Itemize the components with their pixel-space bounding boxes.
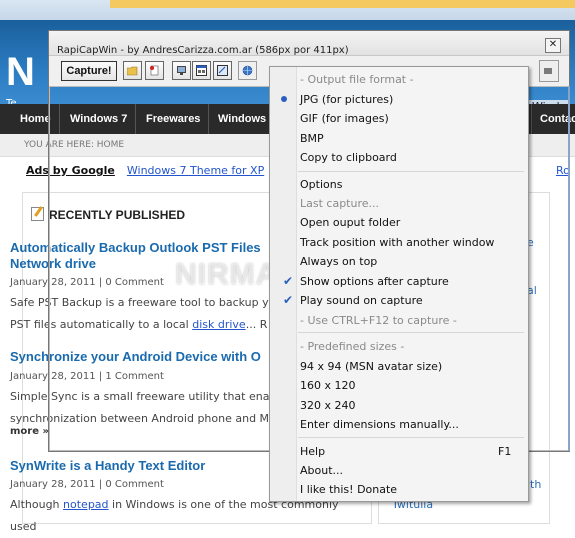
menu-item-show-options[interactable]: ✔ Show options after capture <box>270 272 528 291</box>
menu-item-label: GIF (for images) <box>300 112 389 125</box>
region-capture-button[interactable] <box>213 61 232 80</box>
menu-item-label: 160 x 120 <box>300 379 356 392</box>
new-capture-button[interactable] <box>145 61 164 80</box>
yellow-banner <box>110 0 575 8</box>
toolbar-scroll-button[interactable] <box>539 60 559 82</box>
menu-separator <box>298 437 524 438</box>
menu-item-label: Help <box>300 445 326 458</box>
sidebar-link-3[interactable]: ith <box>527 478 541 491</box>
capture-button[interactable]: Capture! <box>61 61 117 81</box>
shortcut-label: F1 <box>498 445 512 458</box>
menu-header-output-format: - Output file format - <box>270 70 528 89</box>
options-menu: - Output file format - JPG (for pictures… <box>269 66 529 502</box>
menu-item-last-capture: Last capture... <box>270 194 528 213</box>
menu-item-label: Show options after capture <box>300 275 449 288</box>
menu-item-open-output-folder[interactable]: Open ouput folder <box>270 213 528 232</box>
window-title: RapiCapWin - by AndresCarizza.com.ar (58… <box>57 45 349 56</box>
window-icon <box>196 65 207 76</box>
document-star-icon <box>150 65 159 76</box>
menu-item-play-sound[interactable]: ✔ Play sound on capture <box>270 291 528 310</box>
close-button[interactable]: ✕ <box>545 38 561 53</box>
menu-item-donate[interactable]: I like this! Donate <box>270 480 528 499</box>
menu-item-label: JPG (for pictures) <box>300 93 394 106</box>
menu-item-label: Track position with another window <box>300 236 495 249</box>
menu-item-label: Open ouput folder <box>300 216 401 229</box>
menu-header-predefined-sizes: - Predefined sizes - <box>270 337 528 356</box>
notepad-link[interactable]: notepad <box>63 498 109 511</box>
menu-item-label: I like this! Donate <box>300 483 398 496</box>
menu-hint-shortcut: - Use CTRL+F12 to capture - <box>270 311 528 330</box>
menu-item-label: Last capture... <box>300 197 380 210</box>
checkmark-icon: ✔ <box>283 293 294 307</box>
radio-selected-icon <box>277 92 291 106</box>
menu-item-size-320[interactable]: 320 x 240 <box>270 396 528 415</box>
options-globe-icon <box>242 65 253 76</box>
options-menu-button[interactable] <box>238 61 257 80</box>
window-border <box>568 86 570 451</box>
menu-item-enter-dimensions[interactable]: Enter dimensions manually... <box>270 415 528 434</box>
menu-item-gif[interactable]: GIF (for images) <box>270 109 528 128</box>
menu-item-label: About... <box>300 464 344 477</box>
post-meta-3: January 28, 2011 | 0 Comment <box>10 479 164 490</box>
menu-item-track-position[interactable]: Track position with another window <box>270 233 528 252</box>
menu-item-about[interactable]: About... <box>270 461 528 480</box>
site-logo[interactable]: N <box>6 50 35 95</box>
menu-item-label: Options <box>300 178 343 191</box>
menu-item-help[interactable]: Help F1 <box>270 442 528 461</box>
window-titlebar[interactable]: RapiCapWin - by AndresCarizza.com.ar (58… <box>49 31 569 56</box>
menu-item-label: Always on top <box>300 255 378 268</box>
menu-item-label: 94 x 94 (MSN avatar size) <box>300 360 443 373</box>
monitor-button[interactable] <box>172 61 191 80</box>
menu-item-bmp[interactable]: BMP <box>270 129 528 148</box>
menu-item-always-on-top[interactable]: Always on top <box>270 252 528 271</box>
region-icon <box>217 65 228 76</box>
window-capture-button[interactable] <box>192 61 211 80</box>
menu-item-label: Copy to clipboard <box>300 151 397 164</box>
menu-separator <box>298 332 524 333</box>
menu-item-jpg[interactable]: JPG (for pictures) <box>270 90 528 109</box>
menu-item-label: - Output file format - <box>300 73 414 86</box>
desktop-strip <box>0 0 575 20</box>
menu-item-size-160[interactable]: 160 x 120 <box>270 376 528 395</box>
pencil-note-icon <box>31 207 44 221</box>
menu-item-label: - Use CTRL+F12 to capture - <box>300 314 457 327</box>
menu-item-copy-clipboard[interactable]: Copy to clipboard <box>270 148 528 167</box>
menu-item-label: Play sound on capture <box>300 294 423 307</box>
open-folder-button[interactable] <box>123 61 142 80</box>
menu-item-label: 320 x 240 <box>300 399 356 412</box>
menu-item-label: BMP <box>300 132 324 145</box>
menu-item-options[interactable]: Options <box>270 175 528 194</box>
excerpt-text: Although <box>10 498 64 511</box>
menu-separator <box>298 171 524 172</box>
menu-item-label: - Predefined sizes - <box>300 340 405 353</box>
folder-icon <box>127 66 138 76</box>
checkmark-icon: ✔ <box>283 274 294 288</box>
menu-item-label: Enter dimensions manually... <box>300 418 459 431</box>
menu-item-size-94[interactable]: 94 x 94 (MSN avatar size) <box>270 357 528 376</box>
monitor-icon <box>177 66 186 75</box>
